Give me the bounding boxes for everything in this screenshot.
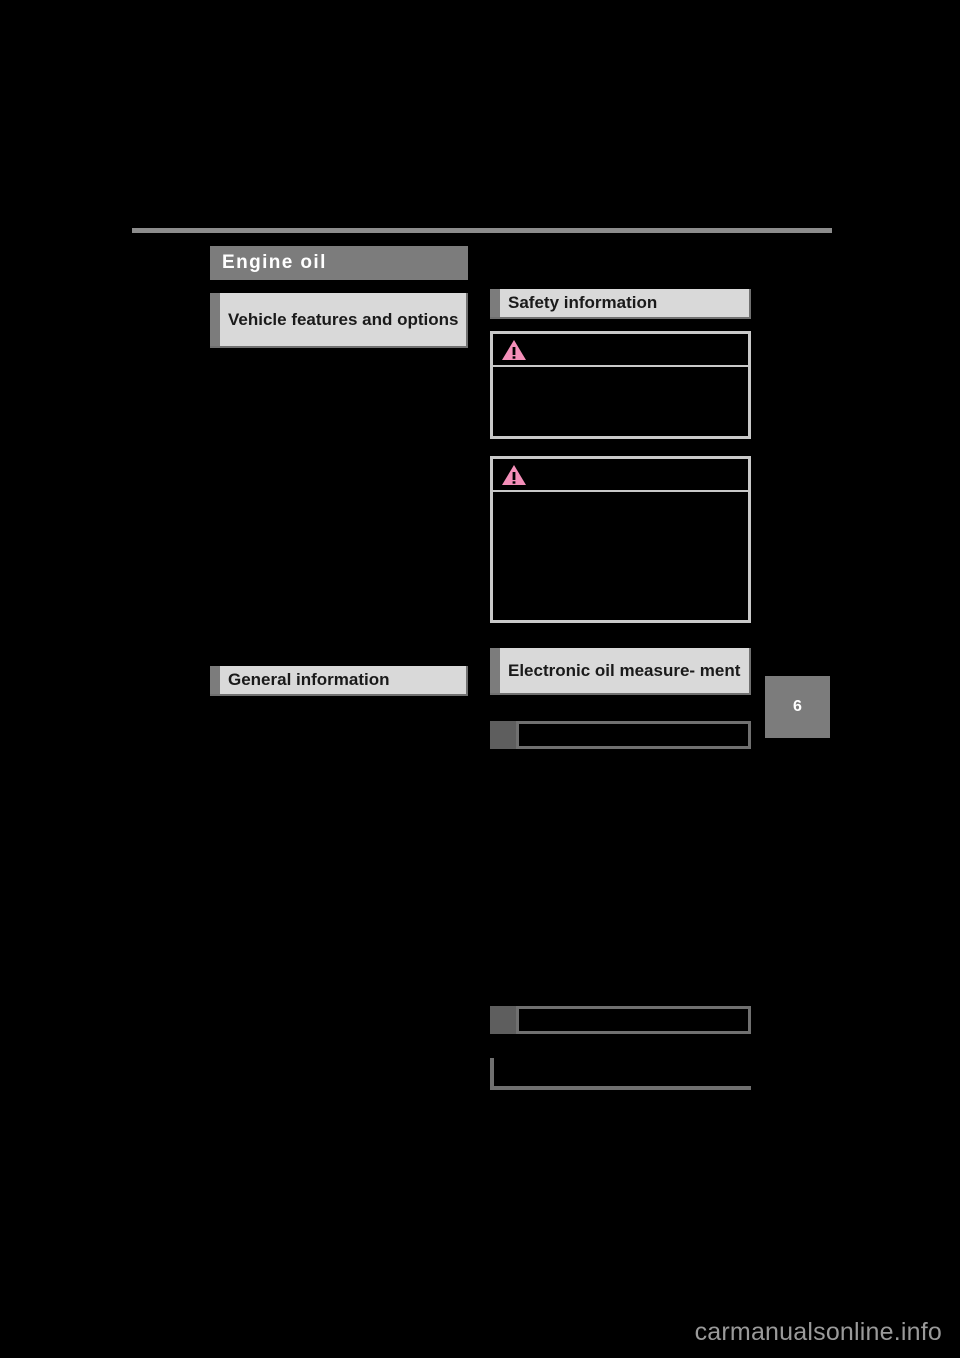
header-rule xyxy=(132,228,832,233)
manual-page: Engine oil Vehicle features and options … xyxy=(0,0,960,1358)
subsection-header-label xyxy=(516,1006,751,1034)
section-header-label: Electronic oil measure- ment xyxy=(508,660,741,680)
chapter-page-tab: 6 xyxy=(765,676,830,738)
warning-box-header xyxy=(493,334,748,367)
site-watermark: carmanualsonline.info xyxy=(0,1318,960,1347)
section-header-safety-information: Safety information xyxy=(490,289,751,319)
subsection-header-bar xyxy=(490,721,751,749)
section-header-electronic-oil-measurement: Electronic oil measure- ment xyxy=(490,648,751,695)
chapter-title-bar: Engine oil xyxy=(210,246,468,280)
warning-box-header xyxy=(493,459,748,492)
subsection-marker-square xyxy=(490,721,516,749)
chapter-title: Engine oil xyxy=(222,252,327,273)
subsection-header-bar xyxy=(490,1006,751,1034)
section-header-general-information: General information xyxy=(210,666,468,696)
warning-body xyxy=(493,367,748,379)
warning-triangle-icon xyxy=(502,464,526,485)
warning-body xyxy=(493,492,748,504)
subsection-header-label xyxy=(516,721,751,749)
body-text-right-2 xyxy=(490,1100,751,1270)
body-text-left-2 xyxy=(210,706,468,1266)
section-tab-marker xyxy=(490,289,500,317)
section-header-label: Safety information xyxy=(508,293,658,313)
section-header-vehicle-features-and-options: Vehicle features and options xyxy=(210,293,468,348)
section-tab-marker xyxy=(210,666,220,694)
subsection-marker-square xyxy=(490,1006,516,1034)
section-tab-marker xyxy=(490,648,500,693)
section-header-label: Vehicle features and options xyxy=(228,309,459,329)
section-tab-marker xyxy=(210,293,220,346)
chapter-number: 6 xyxy=(793,698,802,715)
body-text-right-1 xyxy=(490,760,751,996)
section-header-label: General information xyxy=(228,670,390,690)
warning-box xyxy=(490,331,751,439)
body-text-left-1 xyxy=(210,360,468,655)
notice-bracket xyxy=(490,1058,751,1090)
warning-triangle-icon xyxy=(502,339,526,360)
watermark-text: carmanualsonline.info xyxy=(694,1318,942,1346)
warning-box xyxy=(490,456,751,623)
